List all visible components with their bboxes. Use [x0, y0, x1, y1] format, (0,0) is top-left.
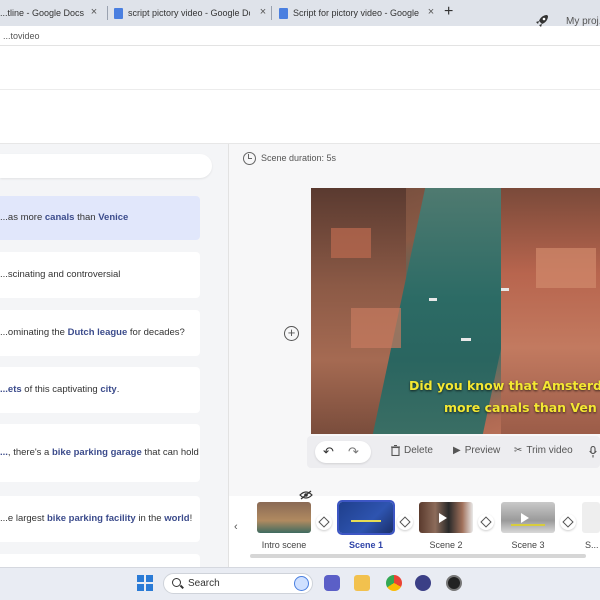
delete-button[interactable]: Delete: [391, 445, 433, 456]
windows-start-icon[interactable]: [137, 575, 153, 591]
rocket-icon[interactable]: [534, 13, 550, 29]
script-panel: ...as more canals than Venice ...scinati…: [0, 144, 229, 567]
tab-script-for-pictory-video[interactable]: Script for pictory video - Google Docs ×: [279, 3, 437, 23]
microphone-icon[interactable]: [589, 446, 597, 458]
boat: [461, 338, 471, 341]
my-projects-link[interactable]: My proj...: [566, 16, 600, 27]
close-icon[interactable]: ×: [257, 6, 269, 18]
rooftop: [331, 228, 371, 258]
trash-icon: [391, 445, 400, 456]
taskbar-search[interactable]: Search: [163, 573, 313, 594]
undo-icon[interactable]: ↶: [323, 444, 334, 460]
tab-script-pictory-video[interactable]: script pictory video - Google Docs ×: [114, 3, 269, 23]
tab-label: ...tline - Google Docs: [0, 8, 85, 18]
caption-line-2: more canals than Ven: [444, 400, 597, 415]
layers-icon[interactable]: [560, 514, 576, 530]
preview-label: Preview: [464, 445, 501, 456]
play-icon: [439, 513, 447, 523]
screen: ...tline - Google Docs × script pictory …: [0, 0, 600, 600]
script-card-text: ...e largest bike parking facility in th…: [0, 513, 193, 524]
tab-label: Script for pictory video - Google Docs: [293, 8, 419, 18]
script-card[interactable]: [0, 554, 200, 567]
script-card[interactable]: ...ets of this captivating city.: [0, 367, 200, 413]
scene-label: Scene 3: [511, 540, 545, 550]
scene-label: S...: [585, 540, 599, 550]
scene-duration: Scene duration: 5s: [261, 153, 337, 163]
bing-icon: [294, 576, 309, 591]
script-card-text: ..., there's a bike parking garage that …: [0, 447, 199, 458]
tab-label: script pictory video - Google Docs: [128, 8, 250, 18]
search-icon: [172, 578, 181, 587]
file-explorer-icon[interactable]: [354, 575, 370, 591]
trim-video-button[interactable]: ✂ Trim video: [514, 445, 573, 456]
script-card[interactable]: ...e largest bike parking facility in th…: [0, 496, 200, 542]
redo-icon[interactable]: ↷: [348, 444, 359, 460]
script-card-text: ...as more canals than Venice: [0, 212, 129, 223]
tab-google-docs-outline[interactable]: ...tline - Google Docs ×: [0, 3, 104, 23]
rooftop: [536, 248, 596, 288]
eye-off-icon[interactable]: [299, 490, 313, 500]
app-icon[interactable]: [415, 575, 431, 591]
script-card[interactable]: ...as more canals than Venice: [0, 196, 200, 240]
preview-button[interactable]: ▶ Preview: [453, 445, 500, 456]
app-header: [0, 46, 600, 90]
caption-preview: [511, 524, 545, 526]
scene-thumbnail-3[interactable]: [501, 502, 555, 533]
clock-icon: [243, 152, 256, 165]
layers-icon[interactable]: [316, 514, 332, 530]
browser-tab-bar: ...tline - Google Docs × script pictory …: [0, 0, 600, 26]
caption-line-1: Did you know that Amsterd: [409, 378, 600, 393]
boat: [429, 298, 437, 301]
delete-label: Delete: [404, 445, 433, 456]
play-icon: [521, 513, 529, 523]
tab-divider: [107, 6, 108, 20]
buildings-right: [501, 188, 600, 434]
video-preview[interactable]: Did you know that Amsterd more canals th…: [311, 188, 600, 434]
scene-thumbnail-2[interactable]: [419, 502, 473, 533]
new-tab-button[interactable]: +: [444, 3, 453, 21]
chrome-icon[interactable]: [386, 575, 402, 591]
obs-icon[interactable]: [446, 575, 462, 591]
google-docs-icon: [279, 7, 288, 19]
scissors-icon: ✂: [514, 445, 523, 456]
address-bar[interactable]: ...tovideo: [0, 26, 600, 46]
caption-preview: [351, 520, 381, 522]
script-card-text: ...ets of this captivating city.: [0, 384, 120, 395]
scene-label: Scene 2: [429, 540, 463, 550]
add-scene-button[interactable]: +: [284, 326, 299, 341]
close-icon[interactable]: ×: [425, 6, 437, 18]
close-icon[interactable]: ×: [88, 6, 100, 18]
trim-label: Trim video: [526, 445, 573, 456]
timeline-scroll-left[interactable]: ‹: [234, 521, 238, 533]
script-card-text: ...ominating the Dutch league for decade…: [0, 327, 185, 338]
script-card[interactable]: ...scinating and controversial: [0, 252, 200, 298]
script-search-input[interactable]: [0, 154, 212, 178]
undo-redo-group: ↶ ↷: [315, 441, 371, 463]
timeline-scrollbar[interactable]: [250, 554, 586, 558]
boat: [501, 288, 509, 291]
scene-label: Scene 1: [348, 540, 384, 550]
scene-thumbnail-intro[interactable]: [257, 502, 311, 533]
layers-icon[interactable]: [478, 514, 494, 530]
taskbar-search-label: Search: [188, 578, 220, 589]
script-card[interactable]: ..., there's a bike parking garage that …: [0, 424, 200, 482]
scene-label: Intro scene: [261, 540, 307, 550]
scene-thumbnail-4[interactable]: [582, 502, 600, 533]
play-icon: ▶: [453, 445, 461, 456]
layers-icon[interactable]: [397, 514, 413, 530]
google-docs-icon: [114, 7, 123, 19]
script-card-text: ...scinating and controversial: [0, 269, 121, 280]
script-card[interactable]: ...ominating the Dutch league for decade…: [0, 310, 200, 356]
rooftop: [351, 308, 401, 348]
teams-icon[interactable]: [324, 575, 340, 591]
tab-divider: [271, 6, 272, 20]
scene-thumbnail-1[interactable]: [337, 500, 395, 535]
sub-header: [0, 90, 600, 144]
